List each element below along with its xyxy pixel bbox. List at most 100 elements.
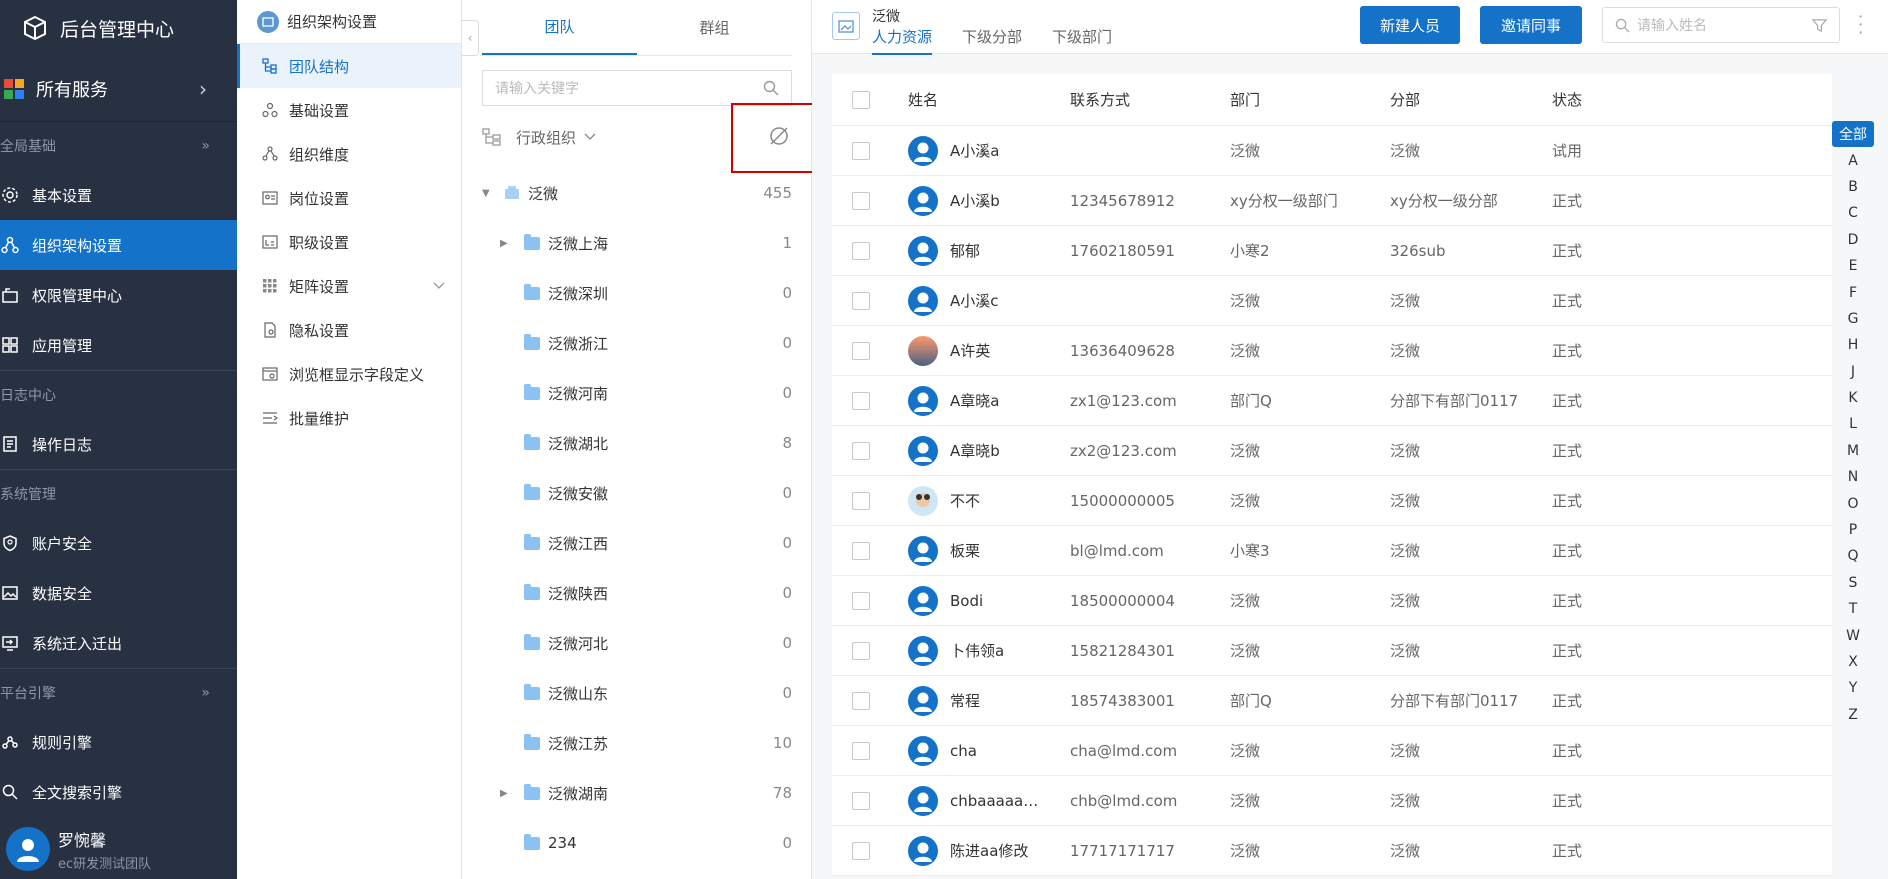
- menu-collapse-button[interactable]: ‹: [462, 20, 479, 56]
- tree-node[interactable]: 泛微山东 0: [482, 668, 792, 718]
- row-checkbox[interactable]: [852, 841, 870, 860]
- group-system-management[interactable]: 系统管理: [0, 470, 237, 518]
- row-checkbox[interactable]: [852, 391, 870, 410]
- row-checkbox[interactable]: [852, 541, 870, 560]
- tree-search-input[interactable]: 请输入关键字: [482, 70, 792, 106]
- sidebar-item-permission[interactable]: 权限管理中心: [0, 270, 237, 320]
- tree-node[interactable]: 234 0: [482, 818, 792, 868]
- person-name[interactable]: cha: [950, 742, 977, 760]
- person-name[interactable]: 常程: [950, 690, 980, 711]
- tab-team[interactable]: 团队: [482, 0, 637, 55]
- menu-item-browse-field-def[interactable]: 浏览框显示字段定义: [237, 352, 461, 396]
- alpha-letter[interactable]: X: [1828, 649, 1878, 675]
- table-row[interactable]: 郁郁 17602180591 小寒2 326sub 正式: [832, 226, 1832, 276]
- alpha-letter[interactable]: N: [1828, 464, 1878, 490]
- caret-right-icon[interactable]: ▶: [500, 238, 514, 249]
- tab-sub-dept[interactable]: 下级部门: [1052, 26, 1112, 55]
- tree-node[interactable]: 泛微安徽 0: [482, 468, 792, 518]
- tab-hr[interactable]: 人力资源: [872, 26, 933, 55]
- sidebar-item-rule-engine[interactable]: 规则引擎: [0, 717, 237, 767]
- invite-colleague-button[interactable]: 邀请同事: [1480, 6, 1582, 44]
- table-row[interactable]: A小溪a 泛微 泛微 试用: [832, 126, 1832, 176]
- person-name[interactable]: 板栗: [950, 540, 980, 561]
- table-row[interactable]: chbaaaaa… chb@lmd.com 泛微 泛微 正式: [832, 776, 1832, 826]
- sidebar-item-org-settings[interactable]: 组织架构设置: [0, 220, 237, 270]
- table-row[interactable]: Bodi 18500000004 泛微 泛微 正式: [832, 576, 1832, 626]
- table-row[interactable]: 不不 15000000005 泛微 泛微 正式: [832, 476, 1832, 526]
- caret-down-icon[interactable]: ▼: [482, 188, 496, 199]
- filter-icon[interactable]: [1812, 18, 1827, 33]
- alpha-letter[interactable]: J: [1828, 359, 1878, 385]
- table-row[interactable]: A章晓b zx2@123.com 泛微 泛微 正式: [832, 426, 1832, 476]
- tree-node[interactable]: 泛微河北 0: [482, 618, 792, 668]
- row-checkbox[interactable]: [852, 241, 870, 260]
- row-checkbox[interactable]: [852, 291, 870, 310]
- tree-node[interactable]: ▼ 泛微 455: [482, 168, 792, 218]
- group-log-center[interactable]: 日志中心: [0, 371, 237, 419]
- sidebar-item-migrate[interactable]: 系统迁入迁出: [0, 618, 237, 668]
- alpha-letter[interactable]: W: [1828, 622, 1878, 648]
- row-checkbox[interactable]: [852, 641, 870, 660]
- person-name[interactable]: A小溪c: [950, 290, 999, 311]
- table-row[interactable]: A许英 13636409628 泛微 泛微 正式: [832, 326, 1832, 376]
- alpha-letter[interactable]: G: [1828, 306, 1878, 332]
- select-all-checkbox[interactable]: [852, 90, 870, 109]
- more-vertical-icon[interactable]: · · ·: [1858, 9, 1863, 41]
- row-checkbox[interactable]: [852, 441, 870, 460]
- sidebar-item-account-security[interactable]: 账户安全: [0, 518, 237, 568]
- menu-item-position-settings[interactable]: 岗位设置: [237, 176, 461, 220]
- alpha-letter[interactable]: P: [1828, 517, 1878, 543]
- tree-node[interactable]: 泛微陕西 0: [482, 568, 792, 618]
- menu-item-privacy-settings[interactable]: 隐私设置: [237, 308, 461, 352]
- alpha-letter[interactable]: S: [1828, 570, 1878, 596]
- person-name[interactable]: 陈进aa修改: [950, 840, 1028, 861]
- menu-item-matrix-settings[interactable]: 矩阵设置: [237, 264, 461, 308]
- tree-node[interactable]: 泛微河南 0: [482, 368, 792, 418]
- menu-item-team-structure[interactable]: 团队结构: [237, 44, 461, 88]
- table-row[interactable]: A章晓a zx1@123.com 部门Q 分部下有部门0117 正式: [832, 376, 1832, 426]
- caret-right-icon[interactable]: ▶: [500, 788, 514, 799]
- row-checkbox[interactable]: [852, 491, 870, 510]
- alpha-letter[interactable]: Y: [1828, 675, 1878, 701]
- table-row[interactable]: cha cha@lmd.com 泛微 泛微 正式: [832, 726, 1832, 776]
- person-name[interactable]: 郁郁: [950, 240, 980, 261]
- tree-node[interactable]: 泛微湖北 8: [482, 418, 792, 468]
- row-checkbox[interactable]: [852, 591, 870, 610]
- table-row[interactable]: A小溪b 12345678912 xy分权一级部门 xy分权一级分部 正式: [832, 176, 1832, 226]
- person-name[interactable]: Bodi: [950, 592, 983, 610]
- person-name[interactable]: A章晓b: [950, 440, 1000, 461]
- sidebar-item-fulltext-search[interactable]: 全文搜索引擎: [0, 767, 237, 817]
- person-name[interactable]: chbaaaaa…: [950, 792, 1038, 810]
- group-global-basic[interactable]: 全局基础 »: [0, 122, 237, 170]
- menu-item-org-dimension[interactable]: 组织维度: [237, 132, 461, 176]
- menu-item-rank-settings[interactable]: 职级设置: [237, 220, 461, 264]
- alpha-letter[interactable]: B: [1828, 174, 1878, 200]
- user-profile[interactable]: 罗惋馨 ec研发测试团队: [0, 819, 237, 879]
- tab-group[interactable]: 群组: [637, 0, 792, 55]
- alpha-letter[interactable]: H: [1828, 332, 1878, 358]
- alpha-letter[interactable]: C: [1828, 200, 1878, 226]
- table-row[interactable]: 陈进aa修改 17717171717 泛微 泛微 正式: [832, 826, 1832, 876]
- menu-item-batch-maintain[interactable]: 批量维护: [237, 396, 461, 440]
- tree-node[interactable]: 泛微深圳 0: [482, 268, 792, 318]
- alpha-all[interactable]: 全部: [1832, 121, 1874, 148]
- alpha-letter[interactable]: M: [1828, 438, 1878, 464]
- row-checkbox[interactable]: [852, 141, 870, 160]
- person-name[interactable]: A小溪b: [950, 190, 1000, 211]
- name-search-input[interactable]: 请输入姓名: [1602, 7, 1840, 43]
- alpha-letter[interactable]: E: [1828, 253, 1878, 279]
- alpha-letter[interactable]: K: [1828, 385, 1878, 411]
- tree-node[interactable]: ▶ 泛微湖南 78: [482, 768, 792, 818]
- tree-node[interactable]: 泛微江苏 10: [482, 718, 792, 768]
- alpha-letter[interactable]: Z: [1828, 702, 1878, 728]
- row-checkbox[interactable]: [852, 691, 870, 710]
- table-row[interactable]: 板栗 bl@lmd.com 小寒3 泛微 正式: [832, 526, 1832, 576]
- alpha-letter[interactable]: L: [1828, 411, 1878, 437]
- table-row[interactable]: A小溪c 泛微 泛微 正式: [832, 276, 1832, 326]
- person-name[interactable]: A许英: [950, 340, 990, 361]
- person-name[interactable]: A章晓a: [950, 390, 999, 411]
- alpha-letter[interactable]: O: [1828, 490, 1878, 516]
- row-checkbox[interactable]: [852, 791, 870, 810]
- row-checkbox[interactable]: [852, 741, 870, 760]
- row-checkbox[interactable]: [852, 341, 870, 360]
